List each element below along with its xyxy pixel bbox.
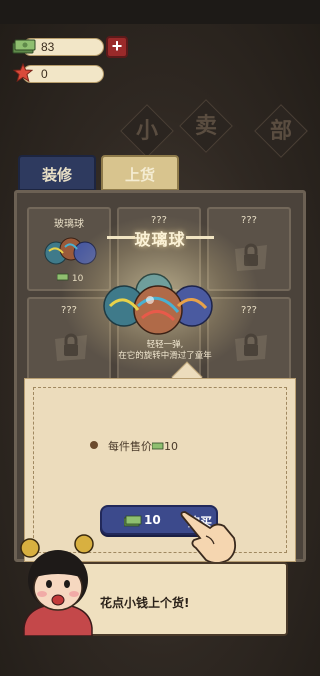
shop-sign-char: 部 (269, 118, 292, 144)
item-description-line: 在它的旋转中滑过了童年 (118, 351, 212, 361)
sale-price-value: 10 (164, 440, 178, 453)
tab-stock[interactable]: 上货 (101, 155, 179, 191)
cash-icon (151, 442, 164, 450)
add-money-button[interactable]: + (106, 36, 128, 58)
cash-icon (124, 515, 142, 527)
item-title: 玻璃球 (134, 230, 186, 249)
shop-sign-char: 小 (135, 118, 158, 144)
status-strip (0, 0, 320, 24)
star-icon (13, 63, 33, 83)
item-description-line: 轻轻一弹, (146, 340, 184, 350)
bullet-icon (90, 441, 98, 449)
item-description: 轻轻一弹, 在它的旋转中滑过了童年 (90, 340, 240, 362)
marbles-icon (103, 273, 213, 335)
sale-price-line: 每件售价 10 (108, 438, 178, 454)
buy-price: 10 (144, 513, 161, 527)
shopkeeper-girl-avatar (20, 534, 94, 636)
star-value: 0 (41, 67, 48, 81)
star-counter: 0 (22, 65, 104, 83)
shop-sign-char: 卖 (194, 113, 217, 139)
pointing-hand-icon (180, 511, 237, 564)
cash-icon (12, 39, 36, 54)
tab-decorate[interactable]: 装修 (18, 155, 96, 191)
money-value: 83 (41, 40, 55, 54)
npc-dialog-text: 花点小钱上个货! (100, 596, 190, 610)
sale-price-label: 每件售价 (108, 440, 152, 453)
